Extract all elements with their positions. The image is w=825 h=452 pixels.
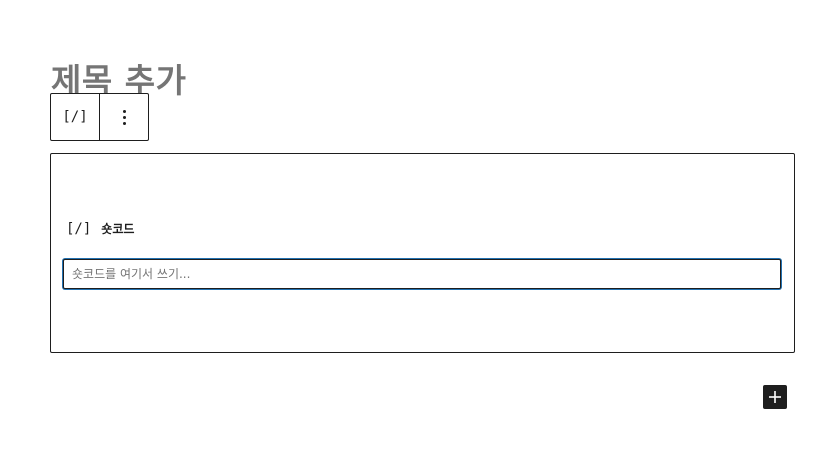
shortcode-icon: [/]: [66, 220, 92, 237]
block-options-button[interactable]: [99, 94, 148, 140]
more-vertical-icon: [122, 109, 126, 125]
editor-canvas: 제목 추가 [/] [/] 숏코드: [0, 0, 825, 452]
block-toolbar: [/]: [50, 93, 149, 141]
shortcode-icon: [/]: [62, 109, 88, 125]
block-label: 숏코드: [101, 222, 135, 236]
block-type-button[interactable]: [/]: [51, 94, 99, 140]
shortcode-block[interactable]: [/] 숏코드: [50, 153, 795, 353]
block-label-row: [/] 숏코드: [66, 220, 134, 237]
plus-icon: [769, 391, 781, 403]
shortcode-input[interactable]: [63, 259, 781, 289]
block-inserter-button[interactable]: [763, 385, 787, 409]
